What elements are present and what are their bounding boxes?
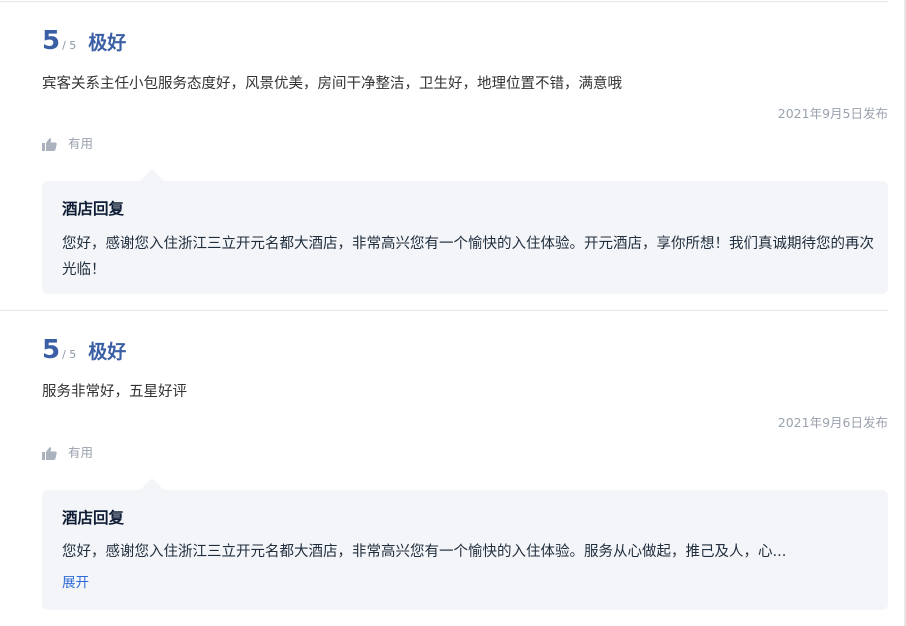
score-value: 5 (42, 26, 61, 56)
review-list: 5 / 5 极好 宾客关系主任小包服务态度好，风景优美，房间干净整洁，卫生好，地… (0, 0, 906, 626)
rating-label: 极好 (88, 341, 127, 363)
rating: 5 / 5 极好 (42, 26, 126, 56)
review-text: 宾客关系主任小包服务态度好，风景优美，房间干净整洁，卫生好，地理位置不错，满意哦 (42, 76, 622, 92)
thumbs-up-icon (42, 137, 57, 151)
helpful-label: 有用 (68, 445, 94, 460)
thumbs-up-icon (42, 446, 57, 460)
review-date: 2021年9月6日发布 (777, 415, 888, 430)
rating-label: 极好 (88, 32, 127, 54)
expand-link[interactable]: 展开 (62, 573, 89, 593)
score-max: / 5 (62, 39, 77, 52)
review-card: 5 / 5 极好 服务非常好，五星好评 2021年9月6日发布 有用 酒店回复 … (0, 310, 888, 626)
reply-pointer (140, 169, 164, 181)
reply-title: 酒店回复 (62, 509, 125, 527)
helpful-button[interactable]: 有用 (42, 135, 93, 153)
rating: 5 / 5 极好 (42, 335, 126, 365)
review-text: 服务非常好，五星好评 (42, 384, 187, 400)
helpful-label: 有用 (68, 136, 94, 151)
hotel-reply: 酒店回复 您好，感谢您入住浙江三立开元名都大酒店，非常高兴您有一个愉快的入住体验… (42, 478, 888, 610)
helpful-button[interactable]: 有用 (42, 444, 93, 462)
score-value: 5 (42, 335, 61, 365)
reply-title: 酒店回复 (62, 200, 125, 218)
reply-pointer (140, 478, 164, 490)
score-max: / 5 (62, 348, 77, 361)
reply-text: 您好，感谢您入住浙江三立开元名都大酒店，非常高兴您有一个愉快的入住体验。服务从心… (62, 544, 787, 560)
hotel-reply: 酒店回复 您好，感谢您入住浙江三立开元名都大酒店，非常高兴您有一个愉快的入住体验… (42, 169, 888, 294)
reply-text: 您好，感谢您入住浙江三立开元名都大酒店，非常高兴您有一个愉快的入住体验。开元酒店… (62, 236, 874, 278)
review-card: 5 / 5 极好 宾客关系主任小包服务态度好，风景优美，房间干净整洁，卫生好，地… (0, 1, 888, 308)
review-date: 2021年9月5日发布 (777, 106, 888, 121)
